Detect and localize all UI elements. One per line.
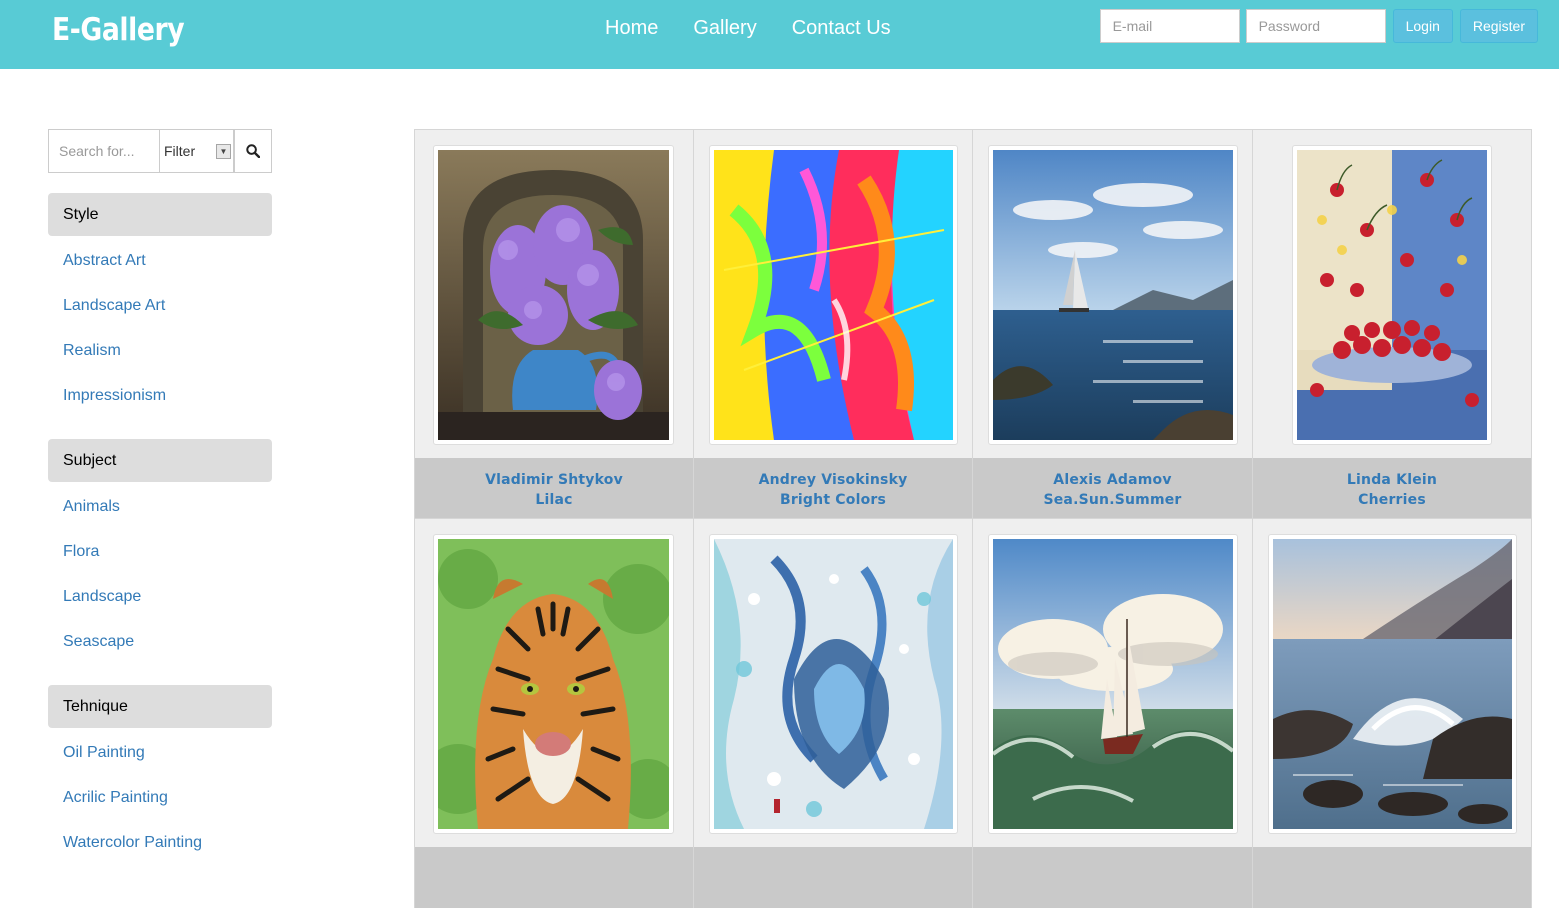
style-abstract-art-link[interactable]: Abstract Art <box>63 252 146 269</box>
login-button[interactable]: Login <box>1392 9 1453 43</box>
painting-title[interactable]: Bright Colors <box>694 490 972 510</box>
painting-thumbnail[interactable] <box>1268 534 1517 834</box>
subject-landscape-link[interactable]: Landscape <box>63 588 141 605</box>
painting-thumbnail[interactable] <box>988 145 1238 445</box>
painting-tiger-image <box>438 539 669 829</box>
painting-thumbnail[interactable] <box>709 534 958 834</box>
card-caption[interactable] <box>1253 847 1531 908</box>
section-technique-header: Tehnique <box>48 685 272 728</box>
painting-bright-colors-image <box>714 150 953 440</box>
subject-list: Animals Flora Landscape Seascape <box>48 484 272 664</box>
list-item: Realism <box>48 328 272 373</box>
gallery-card[interactable]: Linda Klein Cherries <box>1252 129 1532 519</box>
section-subject-header: Subject <box>48 439 272 482</box>
artist-name[interactable]: Vladimir Shtykov <box>415 470 693 490</box>
login-form: Login Register <box>1099 9 1538 43</box>
register-button[interactable]: Register <box>1459 9 1538 43</box>
list-item: Impressionism <box>48 373 272 418</box>
painting-thumbnail[interactable] <box>433 145 674 445</box>
painting-cherries-image <box>1297 150 1487 440</box>
artist-name[interactable]: Alexis Adamov <box>973 470 1252 490</box>
list-item: Abstract Art <box>48 238 272 283</box>
list-item: Seascape <box>48 619 272 664</box>
chevron-down-icon[interactable]: ▼ <box>216 144 231 159</box>
subject-flora-link[interactable]: Flora <box>63 543 99 560</box>
technique-list: Oil Painting Acrilic Painting Watercolor… <box>48 730 272 865</box>
gallery-card[interactable]: Alexis Adamov Sea.Sun.Summer <box>972 129 1253 519</box>
nav-home-link[interactable]: Home <box>605 17 658 40</box>
technique-oil-painting-link[interactable]: Oil Painting <box>63 744 145 761</box>
painting-title[interactable]: Cherries <box>1253 490 1531 510</box>
list-item: Acrilic Painting <box>48 775 272 820</box>
artist-name[interactable]: Linda Klein <box>1253 470 1531 490</box>
gallery-card[interactable] <box>972 518 1253 908</box>
nav-contact-link[interactable]: Contact Us <box>792 17 891 40</box>
style-impressionism-link[interactable]: Impressionism <box>63 387 166 404</box>
gallery-card[interactable] <box>414 518 694 908</box>
sidebar: Filter ▼ Style Abstract Art Landscape Ar… <box>48 129 272 886</box>
painting-seashore-image <box>1273 539 1512 829</box>
search-icon <box>246 144 260 158</box>
list-item: Landscape Art <box>48 283 272 328</box>
gallery-card[interactable]: Andrey Visokinsky Bright Colors <box>693 129 973 519</box>
painting-thumbnail[interactable] <box>988 534 1238 834</box>
list-item: Watercolor Painting <box>48 820 272 865</box>
subject-seascape-link[interactable]: Seascape <box>63 633 134 650</box>
painting-thumbnail[interactable] <box>709 145 958 445</box>
card-caption[interactable]: Linda Klein Cherries <box>1253 458 1531 519</box>
list-item: Animals <box>48 484 272 529</box>
card-caption[interactable]: Vladimir Shtykov Lilac <box>415 458 693 519</box>
painting-sailing-ship-image <box>993 539 1233 829</box>
search-input[interactable] <box>48 129 160 173</box>
painting-lilac-image <box>438 150 669 440</box>
gallery-card[interactable]: Vladimir Shtykov Lilac <box>414 129 694 519</box>
style-landscape-art-link[interactable]: Landscape Art <box>63 297 165 314</box>
style-realism-link[interactable]: Realism <box>63 342 121 359</box>
painting-title[interactable]: Lilac <box>415 490 693 510</box>
painting-thumbnail[interactable] <box>1292 145 1492 445</box>
card-caption[interactable]: Alexis Adamov Sea.Sun.Summer <box>973 458 1252 519</box>
navbar: E-Gallery Home Gallery Contact Us Login … <box>0 0 1559 69</box>
filter-value: Filter <box>164 143 196 159</box>
card-caption[interactable] <box>415 847 693 908</box>
email-field[interactable] <box>1099 9 1240 43</box>
card-caption[interactable] <box>973 847 1252 908</box>
technique-watercolor-painting-link[interactable]: Watercolor Painting <box>63 834 202 851</box>
search-button[interactable] <box>234 129 272 173</box>
section-style-header: Style <box>48 193 272 236</box>
filter-select[interactable]: Filter ▼ <box>160 129 234 173</box>
list-item: Flora <box>48 529 272 574</box>
painting-blue-abstract-image <box>714 539 953 829</box>
list-item: Landscape <box>48 574 272 619</box>
painting-sea-sun-summer-image <box>993 150 1233 440</box>
gallery-card[interactable] <box>693 518 973 908</box>
gallery-grid: Vladimir Shtykov Lilac Andrey Visokinsky… <box>414 129 1532 908</box>
list-item: Oil Painting <box>48 730 272 775</box>
search-group: Filter ▼ <box>48 129 272 173</box>
subject-animals-link[interactable]: Animals <box>63 498 120 515</box>
painting-thumbnail[interactable] <box>433 534 674 834</box>
painting-title[interactable]: Sea.Sun.Summer <box>973 490 1252 510</box>
nav-links: Home Gallery Contact Us <box>605 17 926 40</box>
password-field[interactable] <box>1245 9 1386 43</box>
technique-acrilic-painting-link[interactable]: Acrilic Painting <box>63 789 168 806</box>
card-caption[interactable] <box>694 847 972 908</box>
artist-name[interactable]: Andrey Visokinsky <box>694 470 972 490</box>
card-caption[interactable]: Andrey Visokinsky Bright Colors <box>694 458 972 519</box>
gallery-card[interactable] <box>1252 518 1532 908</box>
nav-gallery-link[interactable]: Gallery <box>693 17 756 40</box>
brand-logo[interactable]: E-Gallery <box>52 12 185 48</box>
style-list: Abstract Art Landscape Art Realism Impre… <box>48 238 272 418</box>
